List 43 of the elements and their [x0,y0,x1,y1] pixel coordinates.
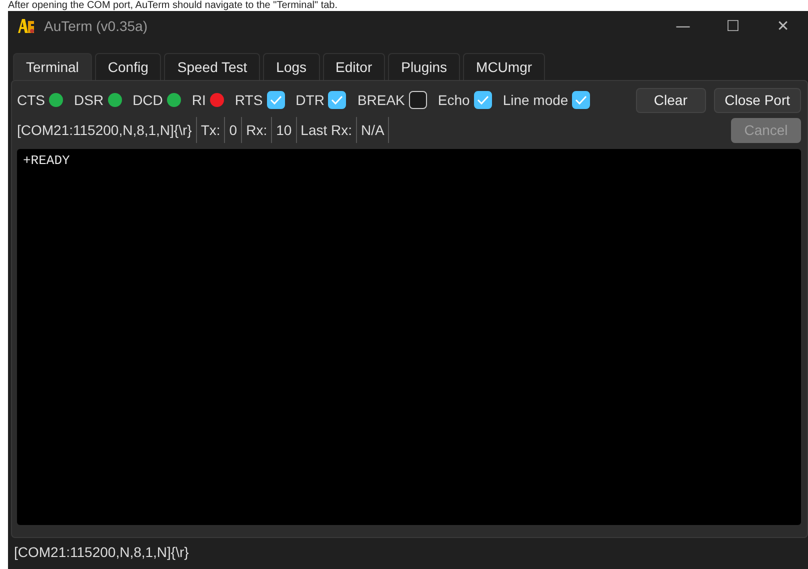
info-text: [COM21:115200,N,8,1,N]{\r} [17,117,197,143]
signal-label: CTS [17,92,45,108]
signal-label: DTR [296,92,324,108]
info-text: Tx: [196,117,226,143]
checkbox[interactable] [572,91,590,109]
info-text: N/A [357,117,390,143]
checkbox[interactable] [408,91,427,109]
window-title: AuTerm (v0.35a) [44,18,148,34]
tab[interactable]: Config [94,53,162,80]
check-icon [331,95,344,105]
info-text: Last Rx: [296,117,358,143]
signal-label: DCD [132,92,163,108]
caption-text: After opening the COM port, AuTerm should navigate to the "Terminal" tab. [7,0,338,11]
tab[interactable]: Speed Test [164,53,260,80]
signal-label: RTS [234,92,263,108]
tab[interactable]: Plugins [388,53,460,80]
close-button[interactable]: ✕ [758,11,808,41]
clear-button[interactable]: Clear [636,88,706,112]
signal-label: BREAK [357,92,405,108]
tab[interactable]: Terminal [13,53,92,80]
maximize-button[interactable]: ☐ [708,11,758,41]
signal-label: RI [192,92,206,108]
checkbox[interactable] [474,91,492,109]
terminal-output[interactable]: +READY [17,149,801,525]
info-text: Rx: [242,117,272,143]
tab[interactable]: Editor [322,53,386,80]
check-icon [270,95,282,105]
minimize-button[interactable]: — [658,11,708,41]
tab[interactable]: MCUmgr [463,53,546,80]
checkbox[interactable] [328,91,346,109]
info-text: 10 [272,117,297,143]
checkbox[interactable] [266,91,285,109]
signal-label: Line mode [502,92,568,108]
signal-label: DSR [74,92,104,108]
signal-label: Echo [438,92,470,108]
app-logo-icon [16,16,36,36]
check-icon [476,95,489,105]
info-text: 0 [225,117,242,143]
terminal-text: +READY [23,153,70,168]
status-bar-text: [COM21:115200,N,8,1,N]{\r} [13,543,190,562]
tab[interactable]: Logs [263,53,320,80]
check-icon [575,95,588,105]
close-port-button[interactable]: Close Port [714,88,801,112]
